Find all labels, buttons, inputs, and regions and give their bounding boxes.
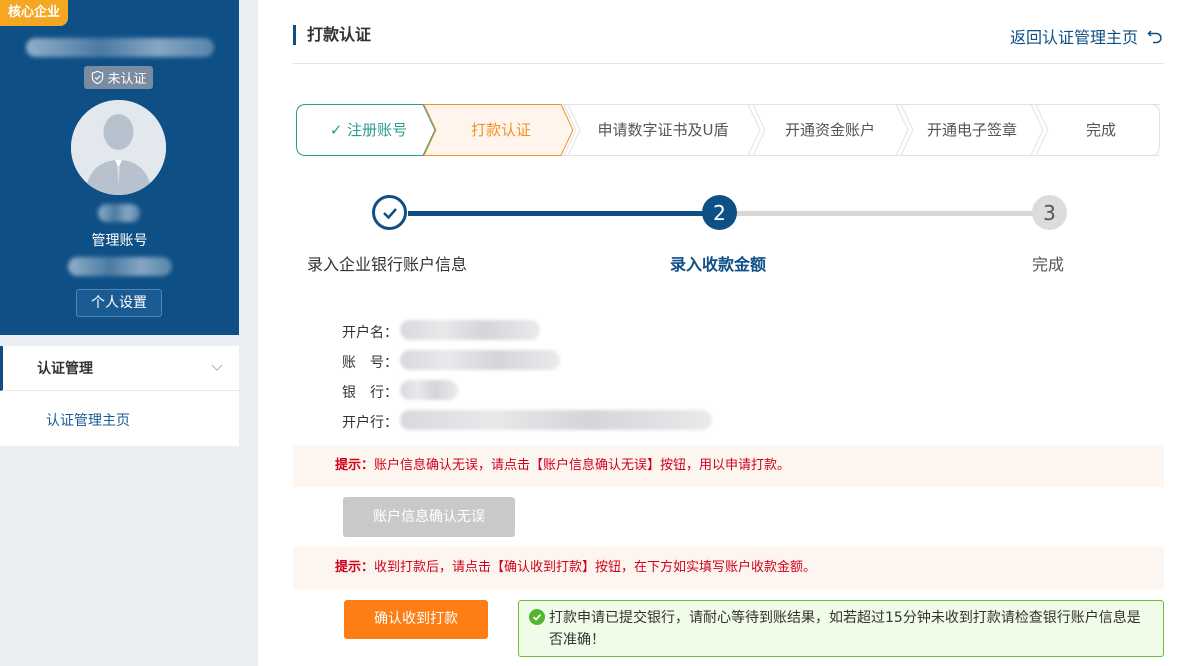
progress-line-done [408, 211, 720, 216]
back-link-text: 返回认证管理主页 [1009, 28, 1138, 47]
sidebar: 核心企业 未认证 管理账号 个人设置 认证管理 认证管理主页 [0, 0, 239, 666]
bank-label: 银 行： [342, 385, 398, 401]
chevron-down-icon [211, 364, 223, 371]
step-digital-certificate[interactable]: 申请数字证书及U盾 [578, 104, 748, 156]
tip-prefix: 提示： [335, 560, 375, 575]
verification-status-text: 未认证 [107, 72, 147, 87]
branch-label: 开户行： [342, 415, 398, 431]
payment-progress: 2 3 录入企业银行账户信息 录入收款金额 完成 [258, 190, 1197, 280]
tip-prefix: 提示： [335, 458, 375, 473]
sidebar-item-certification-home[interactable]: 认证管理主页 [46, 410, 130, 430]
sidebar-nav: 认证管理 认证管理主页 [0, 346, 239, 446]
step-payment-verification[interactable]: 打款认证 [436, 104, 566, 156]
tip-text: 收到打款后，请点击【确认收到打款】按钮，在下方如实填写账户收款金额。 [374, 560, 817, 575]
sidebar-item-certification-management[interactable]: 认证管理 [0, 346, 239, 391]
shield-icon [92, 70, 104, 85]
profile-panel: 核心企业 未认证 管理账号 个人设置 [0, 0, 239, 335]
account-id-redacted [68, 257, 172, 276]
page-title: 打款认证 [293, 25, 371, 45]
username-redacted [98, 204, 140, 222]
registration-step-bar: ✓ 注册账号 打款认证 申请数字证书及U盾 开通资金账户 开通电子签章 完成 [296, 104, 1160, 156]
step-register-account[interactable]: ✓ 注册账号 [306, 104, 431, 156]
progress-label-2: 录入收款金额 [670, 255, 767, 274]
account-name-label: 开户名： [342, 325, 398, 341]
sidebar-item-label: 认证管理 [37, 361, 93, 377]
main-content: 打款认证 返回认证管理主页 ✓ 注册账号 打款认证 申请数字证书及U盾 开通资金… [258, 0, 1197, 666]
success-message-text: 打款申请已提交银行，请耐心等待到账结果，如若超过15分钟未收到打款请检查银行账户… [549, 610, 1141, 648]
step-fund-account[interactable]: 开通资金账户 [762, 104, 898, 156]
tip-confirm-received: 提示：收到打款后，请点击【确认收到打款】按钮，在下方如实填写账户收款金额。 [293, 547, 1164, 589]
progress-label-1: 录入企业银行账户信息 [307, 255, 468, 274]
tip-confirm-info: 提示：账户信息确认无误，请点击【账户信息确认无误】按钮，用以申请打款。 [293, 445, 1164, 487]
account-number-label: 账 号： [342, 355, 398, 371]
check-icon [382, 207, 397, 219]
progress-line-pending [736, 211, 1052, 216]
progress-node-3: 3 [1032, 195, 1067, 230]
company-name-redacted [26, 38, 214, 57]
back-to-certification-home-link[interactable]: 返回认证管理主页 [1010, 24, 1164, 48]
personal-settings-button[interactable]: 个人设置 [76, 289, 162, 317]
step-complete[interactable]: 完成 [1046, 104, 1156, 156]
progress-node-2: 2 [702, 195, 737, 230]
avatar [71, 100, 166, 195]
bank-value-redacted [400, 380, 458, 400]
tip-text: 账户信息确认无误，请点击【账户信息确认无误】按钮，用以申请打款。 [374, 458, 791, 473]
success-check-circle-icon [529, 609, 545, 625]
confirm-account-info-button[interactable]: 账户信息确认无误 [343, 497, 515, 537]
progress-label-3: 完成 [1032, 255, 1065, 274]
account-name-value-redacted [400, 320, 540, 340]
success-message-box: 打款申请已提交银行，请耐心等待到账结果，如若超过15分钟未收到打款请检查银行账户… [518, 600, 1164, 657]
confirm-payment-received-button[interactable]: 确认收到打款 [344, 600, 488, 639]
header-divider [293, 63, 1164, 64]
verification-status-badge: 未认证 [84, 66, 153, 89]
user-silhouette-icon [71, 100, 166, 195]
account-type-label: 管理账号 [91, 233, 148, 249]
step-e-signature[interactable]: 开通电子签章 [910, 104, 1034, 156]
undo-arrow-icon [1147, 30, 1162, 44]
account-number-value-redacted [400, 350, 560, 370]
branch-value-redacted [400, 410, 712, 430]
progress-node-1 [372, 195, 407, 230]
core-enterprise-badge: 核心企业 [0, 0, 69, 26]
